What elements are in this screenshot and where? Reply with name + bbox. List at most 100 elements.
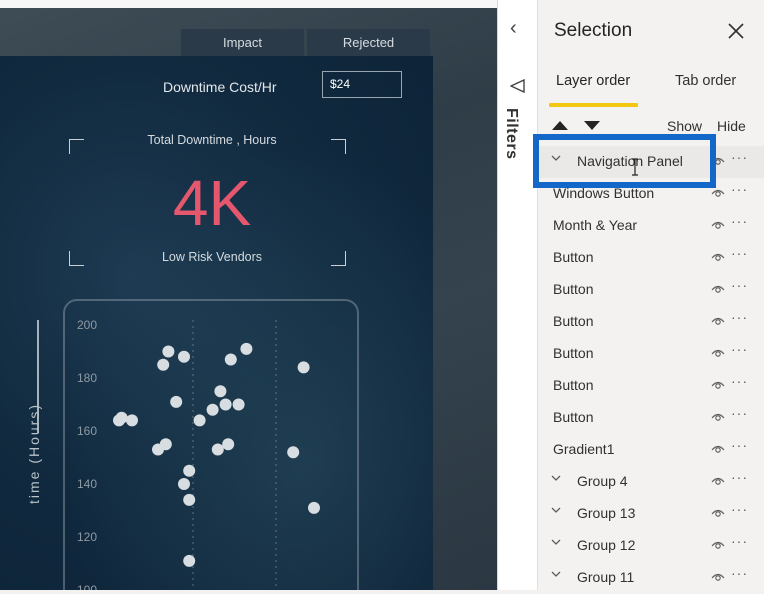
scatter-point[interactable] xyxy=(214,385,227,398)
chevron-down-icon[interactable] xyxy=(551,505,561,515)
y-tick-label: 180 xyxy=(77,371,97,385)
scatter-point[interactable] xyxy=(287,446,300,459)
eye-icon[interactable] xyxy=(711,476,725,486)
scatter-point[interactable] xyxy=(240,342,253,355)
layer-list-item[interactable]: Button ··· xyxy=(538,370,764,402)
y-tick-label: 140 xyxy=(77,477,97,491)
navigation-panel-highlight-box xyxy=(533,134,716,188)
scatter-point[interactable] xyxy=(178,478,190,490)
selection-pane: Selection Layer order Tab order Show Hid… xyxy=(538,0,764,590)
eye-icon[interactable] xyxy=(711,444,725,454)
layer-list-item[interactable]: Group 12 ··· xyxy=(538,530,764,562)
layer-item-label: Button xyxy=(553,377,594,393)
layer-item-label: Button xyxy=(553,313,594,329)
scatter-point[interactable] xyxy=(206,403,219,416)
text-cursor-icon xyxy=(632,158,638,176)
y-tick-label: 200 xyxy=(77,318,97,332)
chevron-down-icon[interactable] xyxy=(551,473,561,483)
pane-title: Selection xyxy=(554,20,633,41)
filter-icon xyxy=(510,78,525,94)
more-options-icon[interactable]: ··· xyxy=(731,245,748,261)
eye-icon[interactable] xyxy=(711,252,725,262)
scatter-point[interactable] xyxy=(308,501,320,514)
scatter-point[interactable] xyxy=(183,493,196,506)
filters-label[interactable]: Filters xyxy=(502,108,520,160)
scatter-point[interactable] xyxy=(126,414,138,427)
scatter-point[interactable] xyxy=(159,438,172,451)
layer-list-item[interactable]: Group 4 ··· xyxy=(538,466,764,498)
move-down-icon[interactable] xyxy=(584,121,600,130)
more-options-icon[interactable]: ··· xyxy=(731,501,748,517)
more-options-icon[interactable]: ··· xyxy=(731,469,748,485)
scatter-point[interactable] xyxy=(297,361,310,374)
scatter-chart[interactable]: 200 180 160 140 120 100 xyxy=(0,0,497,590)
more-options-icon[interactable]: ··· xyxy=(731,213,748,229)
layer-item-label: Gradient1 xyxy=(553,441,615,457)
more-options-icon[interactable]: ··· xyxy=(731,181,748,197)
eye-icon[interactable] xyxy=(711,380,725,390)
layer-list-item[interactable]: Button ··· xyxy=(538,338,764,370)
more-options-icon[interactable]: ··· xyxy=(731,405,748,421)
report-canvas: Impact Rejected Downtime Cost/Hr $24 Tot… xyxy=(0,0,497,590)
layer-item-label: Group 12 xyxy=(577,537,636,553)
more-options-icon[interactable]: ··· xyxy=(731,149,748,165)
more-options-icon[interactable]: ··· xyxy=(731,341,748,357)
chevron-down-icon[interactable] xyxy=(551,537,561,547)
scatter-point[interactable] xyxy=(170,395,183,408)
layer-item-label: Button xyxy=(553,281,594,297)
tab-tab-order[interactable]: Tab order xyxy=(675,73,736,89)
scatter-point[interactable] xyxy=(219,398,232,411)
y-axis-title: time (Hours) xyxy=(26,403,42,505)
scatter-point[interactable] xyxy=(183,464,196,477)
chevron-left-icon[interactable]: ‹ xyxy=(510,18,517,38)
layer-list-item[interactable]: Month & Year ··· xyxy=(538,210,764,242)
scatter-point[interactable] xyxy=(222,438,235,451)
hide-column-label[interactable]: Hide xyxy=(717,118,746,134)
eye-icon[interactable] xyxy=(711,220,725,230)
eye-icon[interactable] xyxy=(711,188,725,198)
scatter-point[interactable] xyxy=(211,443,224,456)
layer-list-item[interactable]: Button ··· xyxy=(538,306,764,338)
layer-item-label: Month & Year xyxy=(553,217,638,233)
scatter-point[interactable] xyxy=(193,414,206,427)
tab-layer-order[interactable]: Layer order xyxy=(556,73,630,89)
eye-icon[interactable] xyxy=(711,348,725,358)
eye-icon[interactable] xyxy=(711,508,725,518)
filters-pane-collapsed[interactable]: ‹ Filters xyxy=(497,0,538,590)
scatter-point[interactable] xyxy=(162,345,175,358)
scatter-point[interactable] xyxy=(183,554,196,567)
more-options-icon[interactable]: ··· xyxy=(731,373,748,389)
more-options-icon[interactable]: ··· xyxy=(731,437,748,453)
more-options-icon[interactable]: ··· xyxy=(731,533,748,549)
show-column-label[interactable]: Show xyxy=(667,118,702,134)
eye-icon[interactable] xyxy=(711,316,725,326)
scatter-point[interactable] xyxy=(157,358,170,371)
more-options-icon[interactable]: ··· xyxy=(731,277,748,293)
chevron-down-icon[interactable] xyxy=(551,569,561,579)
layer-list-item[interactable]: Button ··· xyxy=(538,274,764,306)
eye-icon[interactable] xyxy=(711,540,725,550)
layer-list-item[interactable]: Group 13 ··· xyxy=(538,498,764,530)
layer-list-item[interactable]: Button ··· xyxy=(538,402,764,434)
move-up-icon[interactable] xyxy=(552,121,568,130)
eye-icon[interactable] xyxy=(711,284,725,294)
more-options-icon[interactable]: ··· xyxy=(731,309,748,325)
layer-item-label: Group 11 xyxy=(577,569,635,585)
more-options-icon[interactable]: ··· xyxy=(731,565,748,581)
layer-list-item[interactable]: Button ··· xyxy=(538,242,764,274)
scatter-point[interactable] xyxy=(115,411,128,424)
layer-item-label: Button xyxy=(553,345,594,361)
layer-item-label: Button xyxy=(553,409,594,425)
scatter-point[interactable] xyxy=(224,353,237,366)
y-tick-label: 120 xyxy=(77,530,97,544)
layer-item-label: Group 13 xyxy=(577,505,636,521)
layer-list-item[interactable]: Group 11 ··· xyxy=(538,562,764,594)
y-tick-label: 100 xyxy=(77,583,97,590)
scatter-point[interactable] xyxy=(232,398,245,411)
layer-list-item[interactable]: Gradient1 ··· xyxy=(538,434,764,466)
layer-item-label: Group 4 xyxy=(577,473,628,489)
eye-icon[interactable] xyxy=(711,412,725,422)
close-icon[interactable] xyxy=(725,20,747,42)
scatter-point[interactable] xyxy=(178,350,190,363)
eye-icon[interactable] xyxy=(711,572,725,582)
